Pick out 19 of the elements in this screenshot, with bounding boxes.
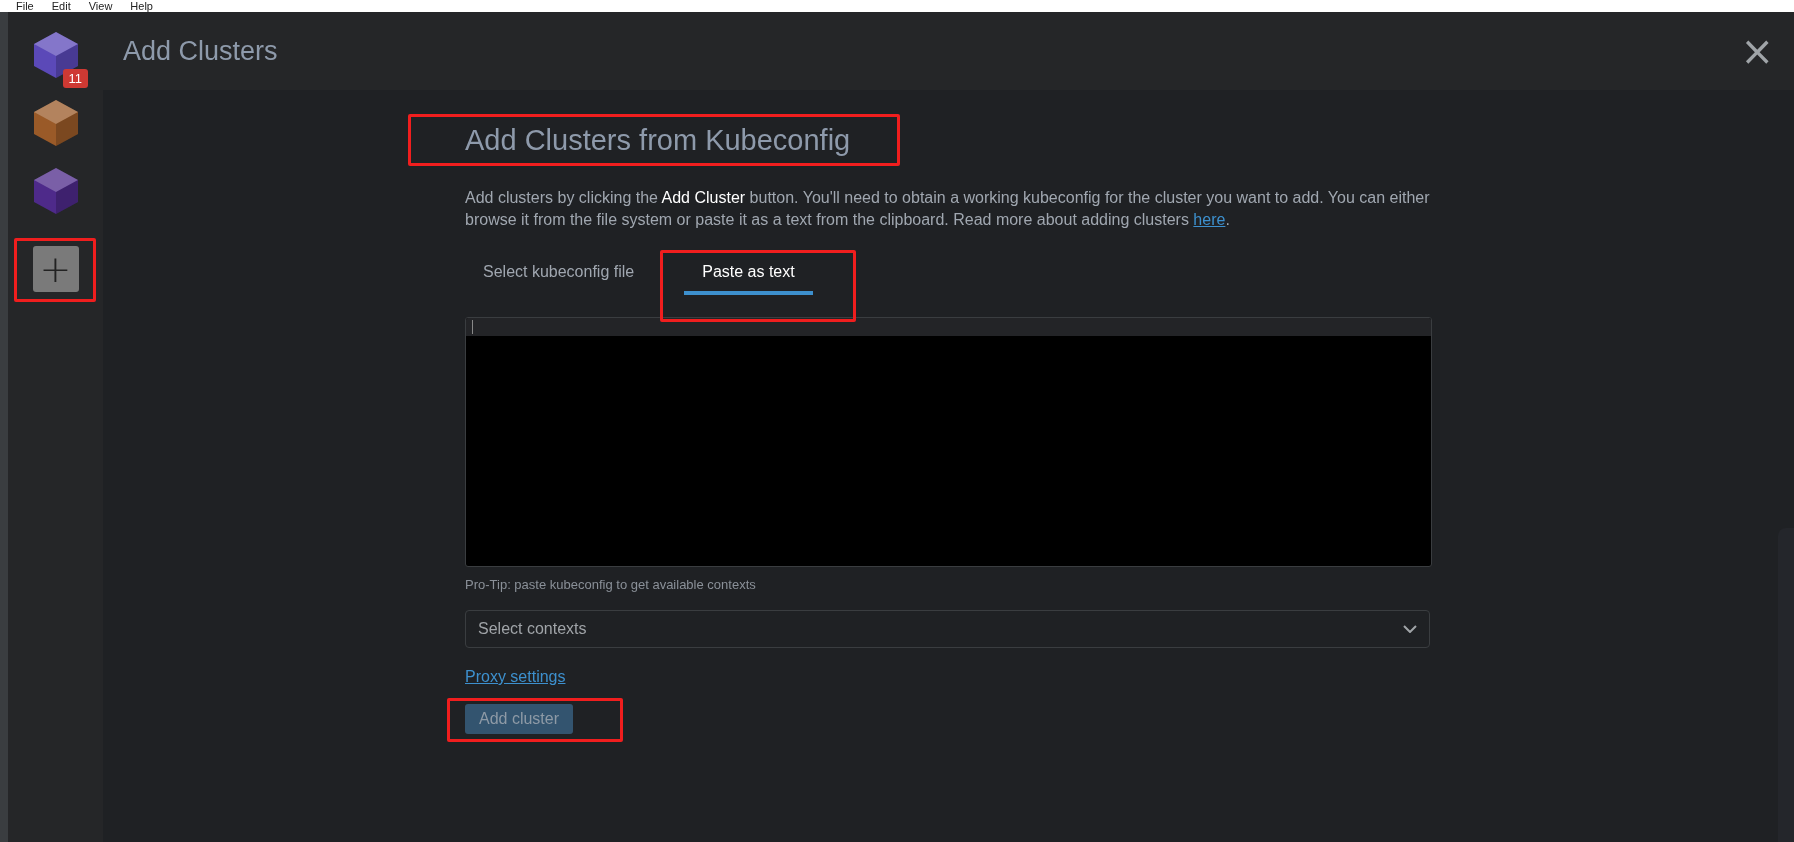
chevron-down-icon: [1403, 625, 1417, 633]
menu-item[interactable]: Edit: [51, 0, 71, 12]
contexts-dropdown[interactable]: Select contexts: [465, 610, 1430, 648]
close-button[interactable]: ×: [1732, 31, 1782, 71]
help-link[interactable]: here: [1193, 211, 1226, 228]
section-heading: Add Clusters from Kubeconfig: [465, 124, 851, 157]
menu-item[interactable]: View: [88, 0, 113, 12]
description-text: Add clusters by clicking the Add Cluster button. You'll need to obtain a working kubeconfig for the cluster you want to add. You can either browse it from the file system or paste it as a text from the clipboard. Read more about adding clusters here.: [465, 188, 1431, 230]
page-title: Add Clusters: [123, 35, 278, 67]
notification-badge: 11: [62, 69, 88, 88]
tab[interactable]: Paste as text: [684, 259, 813, 295]
menu-item[interactable]: Help: [130, 0, 153, 12]
hint-text: Pro-Tip: paste kubeconfig to get available contexts: [465, 577, 756, 592]
menu-item[interactable]: File: [16, 0, 34, 12]
cluster-cube-icon[interactable]: [32, 100, 79, 146]
cluster-cube-icon[interactable]: [32, 168, 79, 214]
tab[interactable]: Select kubeconfig file: [465, 259, 653, 295]
add-cluster-button[interactable]: +: [32, 246, 79, 292]
proxy-settings-link[interactable]: Proxy settings: [465, 668, 566, 686]
